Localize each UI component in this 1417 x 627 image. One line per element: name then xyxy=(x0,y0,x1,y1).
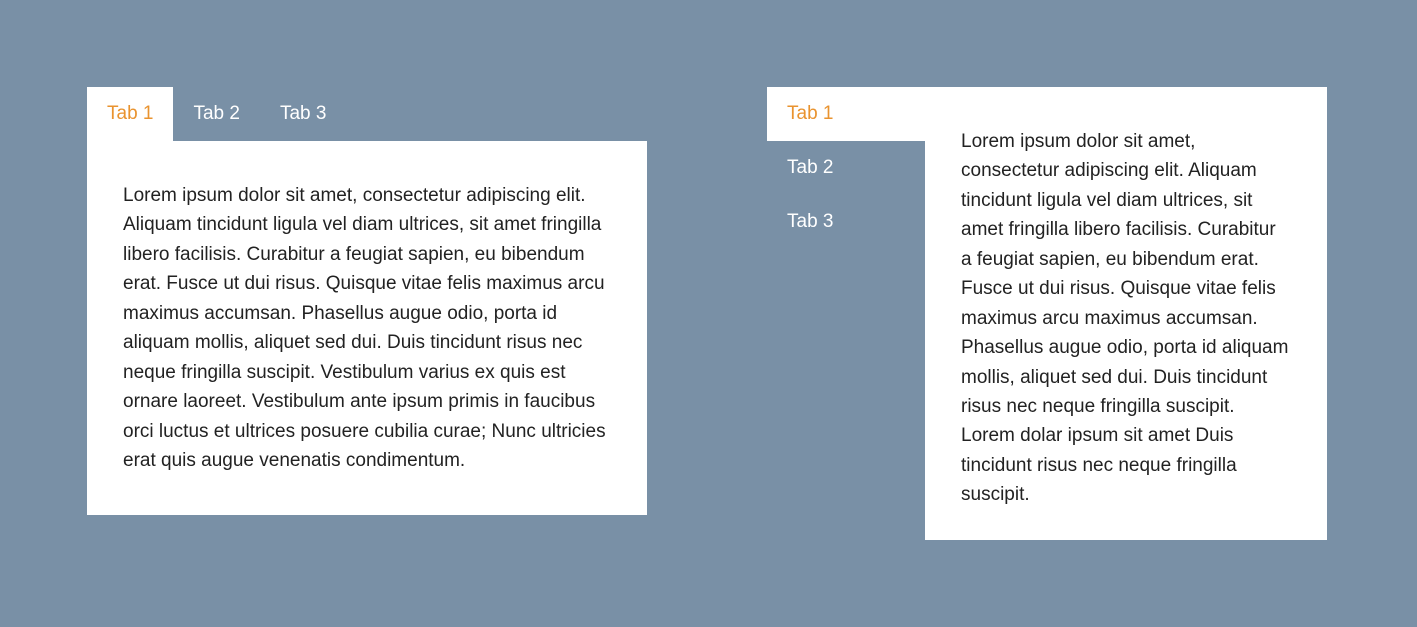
tab-3[interactable]: Tab 3 xyxy=(260,87,346,141)
horizontal-tab-list: Tab 1 Tab 2 Tab 3 xyxy=(87,87,647,141)
tab-3[interactable]: Tab 3 xyxy=(767,195,925,249)
vertical-tab-panel: Lorem ipsum dolor sit amet, consectetur … xyxy=(925,87,1327,540)
vertical-tab-list: Tab 1 Tab 2 Tab 3 xyxy=(767,87,925,540)
horizontal-tabs-widget: Tab 1 Tab 2 Tab 3 Lorem ipsum dolor sit … xyxy=(87,87,647,540)
horizontal-tab-panel: Lorem ipsum dolor sit amet, consectetur … xyxy=(87,141,647,515)
vertical-tabs-widget: Tab 1 Tab 2 Tab 3 Lorem ipsum dolor sit … xyxy=(767,87,1327,540)
tab-2[interactable]: Tab 2 xyxy=(767,141,925,195)
tab-2[interactable]: Tab 2 xyxy=(173,87,259,141)
tab-1[interactable]: Tab 1 xyxy=(87,87,173,141)
tab-1[interactable]: Tab 1 xyxy=(767,87,925,141)
